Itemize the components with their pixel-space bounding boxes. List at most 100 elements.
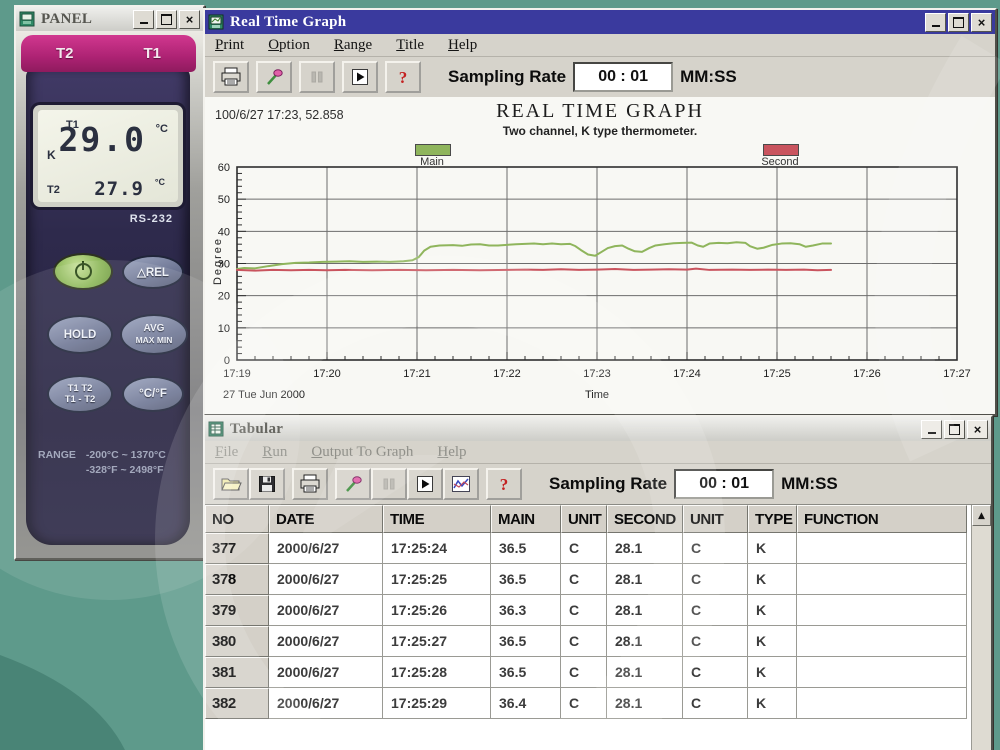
- tabular-maximize-button[interactable]: [944, 420, 965, 439]
- help-icon: ?: [395, 67, 411, 87]
- data-cell: K: [748, 657, 797, 688]
- svg-text:?: ?: [399, 68, 408, 87]
- panel-close-button[interactable]: ×: [179, 10, 200, 29]
- tabular-window: Tabular × File Run Output To Graph Help: [203, 415, 993, 750]
- tabular-window-title: Tabular: [228, 421, 917, 438]
- panel-maximize-button[interactable]: [156, 10, 177, 29]
- tabular-minimize-button[interactable]: [921, 420, 942, 439]
- data-cell: 36.4: [491, 688, 561, 719]
- tabular-titlebar[interactable]: Tabular ×: [205, 417, 991, 441]
- svg-text:10: 10: [218, 323, 230, 335]
- menu-run[interactable]: Run: [262, 444, 287, 461]
- run-button[interactable]: [407, 468, 443, 500]
- data-cell: 28.1: [607, 657, 683, 688]
- play-icon: [351, 68, 369, 86]
- data-cell: [797, 688, 967, 719]
- column-header-unit-4: UNIT: [561, 505, 607, 533]
- chart-area: 100/6/27 17:23, 52.858 REAL TIME GRAPH T…: [205, 97, 995, 414]
- help-button[interactable]: ?: [486, 468, 522, 500]
- t1-t2-button[interactable]: T1 T2 T1 - T2: [47, 375, 113, 413]
- data-cell: C: [561, 564, 607, 595]
- legend-second-swatch: [763, 144, 799, 156]
- row-number-cell: 381: [205, 657, 269, 688]
- svg-text:17:24: 17:24: [673, 368, 701, 380]
- menu-range[interactable]: Range: [334, 37, 372, 54]
- table-row[interactable]: 3792000/6/2717:25:2636.3C28.1CK: [205, 595, 991, 626]
- menu-print[interactable]: Print: [215, 37, 244, 54]
- input-t2-label: T2: [56, 45, 74, 62]
- graph-maximize-button[interactable]: [948, 13, 969, 32]
- avg-max-min-button[interactable]: AVG MAX MIN: [120, 314, 188, 355]
- graph-minimize-button[interactable]: [925, 13, 946, 32]
- column-header-main-3: MAIN: [491, 505, 561, 533]
- menu-output-to-graph[interactable]: Output To Graph: [311, 444, 413, 461]
- table-row[interactable]: 3772000/6/2717:25:2436.5C28.1CK: [205, 533, 991, 564]
- panel-minimize-button[interactable]: [133, 10, 154, 29]
- celsius-fahrenheit-button[interactable]: °C/°F: [122, 376, 184, 412]
- table-row[interactable]: 3802000/6/2717:25:2736.5C28.1CK: [205, 626, 991, 657]
- help-icon: ?: [496, 474, 512, 494]
- data-cell: C: [683, 626, 748, 657]
- clear-button[interactable]: [256, 61, 292, 93]
- data-cell: C: [683, 564, 748, 595]
- sampling-rate-input[interactable]: [573, 62, 673, 92]
- menu-file[interactable]: File: [215, 444, 238, 461]
- range-label: RANGE: [38, 449, 76, 476]
- data-cell: [797, 595, 967, 626]
- svg-text:17:27: 17:27: [943, 368, 971, 380]
- data-cell: K: [748, 564, 797, 595]
- svg-text:17:21: 17:21: [403, 368, 431, 380]
- print-button[interactable]: [213, 61, 249, 93]
- open-button[interactable]: [213, 468, 249, 500]
- table-row[interactable]: 3822000/6/2717:25:2936.4C28.1CK: [205, 688, 991, 719]
- legend-main-label: Main: [400, 156, 464, 168]
- menu-title[interactable]: Title: [396, 37, 424, 54]
- svg-text:17:22: 17:22: [493, 368, 521, 380]
- pause-button: [299, 61, 335, 93]
- column-header-time-2: TIME: [383, 505, 491, 533]
- tabular-app-icon: [208, 421, 224, 437]
- data-cell: C: [561, 626, 607, 657]
- lcd-k-label: K: [47, 148, 56, 162]
- rel-button[interactable]: △REL: [122, 255, 184, 289]
- save-button[interactable]: [249, 468, 285, 500]
- tabular-close-button[interactable]: ×: [967, 420, 988, 439]
- graph-close-button[interactable]: ×: [971, 13, 992, 32]
- graph-window-title: Real Time Graph: [228, 14, 921, 31]
- desktop: PANEL × T2 T1 T1 K 29.0 °C 27.9 °C: [0, 0, 1000, 750]
- printer-icon: [299, 474, 321, 494]
- data-cell: 28.1: [607, 533, 683, 564]
- data-cell: 36.5: [491, 533, 561, 564]
- data-cell: 2000/6/27: [269, 564, 383, 595]
- power-button[interactable]: [53, 253, 113, 290]
- table-row[interactable]: 3812000/6/2717:25:2836.5C28.1CK: [205, 657, 991, 688]
- legend-main-swatch: [415, 144, 451, 156]
- data-cell: C: [561, 533, 607, 564]
- run-button[interactable]: [342, 61, 378, 93]
- table-row[interactable]: 3782000/6/2717:25:2536.5C28.1CK: [205, 564, 991, 595]
- data-cell: 2000/6/27: [269, 533, 383, 564]
- data-cell: C: [561, 595, 607, 626]
- help-button[interactable]: ?: [385, 61, 421, 93]
- data-cell: 28.1: [607, 688, 683, 719]
- avg-label: AVG: [144, 323, 165, 335]
- table-scrollbar[interactable]: ▲: [971, 505, 991, 750]
- sampling-rate-input[interactable]: [674, 469, 774, 499]
- tabular-toolbar: ? Sampling Rate MM:SS: [205, 464, 991, 504]
- hold-button[interactable]: HOLD: [47, 315, 113, 354]
- clear-button[interactable]: [335, 468, 371, 500]
- data-cell: C: [561, 657, 607, 688]
- scroll-up-button[interactable]: ▲: [972, 505, 991, 526]
- lcd-t2-label: T2: [47, 184, 60, 196]
- menu-help[interactable]: Help: [448, 37, 477, 54]
- panel-titlebar[interactable]: PANEL ×: [16, 7, 203, 31]
- output-to-graph-button[interactable]: [443, 468, 479, 500]
- menu-option[interactable]: Option: [268, 37, 310, 54]
- range-spec: RANGE -200°C ~ 1370°C -328°F ~ 2498°F: [38, 449, 166, 476]
- menu-help[interactable]: Help: [437, 444, 466, 461]
- data-cell: 17:25:29: [383, 688, 491, 719]
- panel-app-icon: [19, 11, 35, 27]
- graph-titlebar[interactable]: Real Time Graph ×: [205, 10, 995, 34]
- print-button[interactable]: [292, 468, 328, 500]
- input-t1-label: T1: [143, 45, 161, 62]
